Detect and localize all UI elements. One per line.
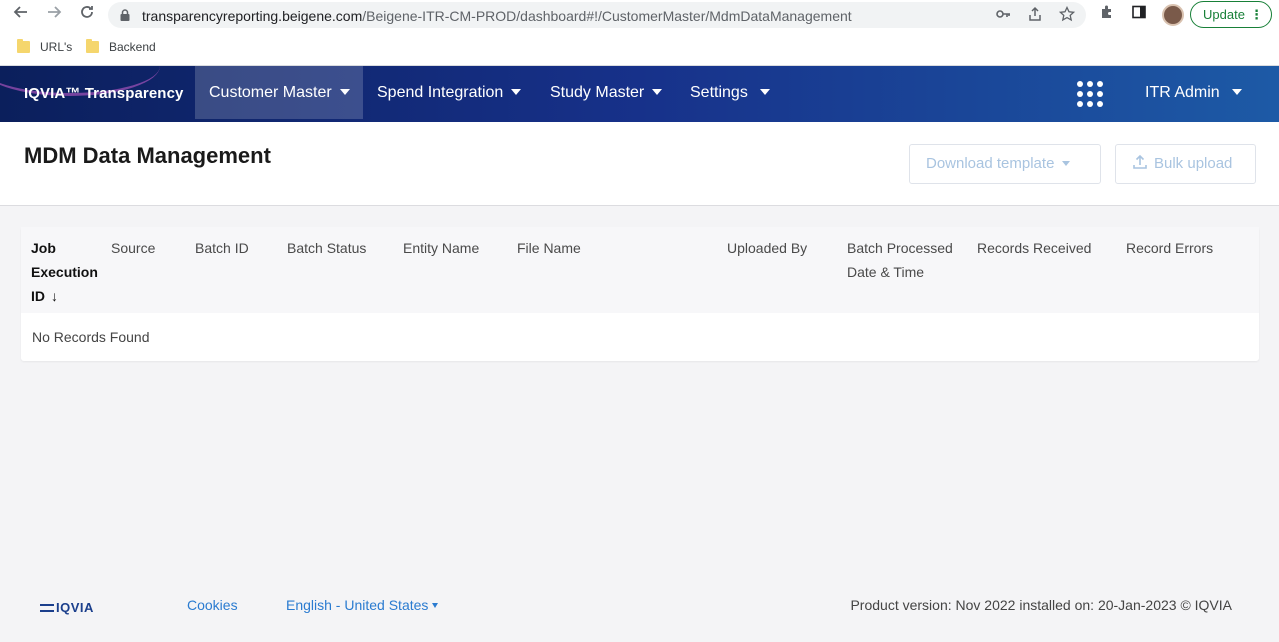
table-header-row: Job Execution ID ↓ Source Batch ID Batch … xyxy=(21,227,1259,313)
update-button[interactable]: Update ⋮ xyxy=(1190,1,1272,28)
sort-descending-icon[interactable]: ↓ xyxy=(51,284,58,308)
bookmark-urls[interactable]: URL's xyxy=(17,39,72,57)
bookmark-label: Backend xyxy=(109,40,156,54)
browser-toolbar: transparencyreporting.beigene.com/Beigen… xyxy=(0,0,1279,30)
caret-down-icon xyxy=(759,89,770,95)
nav-label: Customer Master xyxy=(209,84,332,101)
puzzle-icon[interactable] xyxy=(1097,4,1117,24)
page-header: MDM Data Management Download template Bu… xyxy=(0,122,1279,206)
column-label: Batch Status xyxy=(287,240,367,256)
column-label: Record Errors xyxy=(1126,240,1214,256)
column-record-errors[interactable]: Record Errors xyxy=(1126,236,1213,260)
logo-lines-icon xyxy=(40,604,54,612)
column-uploaded-by[interactable]: Uploaded By xyxy=(727,236,807,260)
app-nav-bar: IQVIA™ Transparency Customer Master Spen… xyxy=(0,66,1279,122)
column-batch-processed[interactable]: Batch Processed Date & Time xyxy=(847,236,953,284)
column-label: Records Received xyxy=(977,240,1092,256)
nav-label: Study Master xyxy=(550,84,645,101)
menu-dots-icon: ⋮ xyxy=(1250,7,1263,22)
footer-logo: IQVIA xyxy=(40,600,94,615)
caret-down-icon xyxy=(1062,161,1071,166)
update-label: Update xyxy=(1203,7,1245,22)
download-template-button[interactable]: Download template xyxy=(909,144,1101,184)
url-path: /Beigene-ITR-CM-PROD/dashboard#!/Custome… xyxy=(362,8,852,24)
profile-avatar[interactable] xyxy=(1162,4,1184,26)
bulk-upload-label: Bulk upload xyxy=(1154,155,1233,172)
download-template-label: Download template xyxy=(926,155,1055,172)
nav-label: Settings xyxy=(690,84,748,101)
forward-arrow-icon[interactable] xyxy=(43,4,65,26)
column-batch-id[interactable]: Batch ID xyxy=(195,236,249,260)
bookmarks-bar: URL's Backend xyxy=(0,30,1279,66)
product-version: Product version: Nov 2022 installed on: … xyxy=(850,597,1232,613)
column-label: Date & Time xyxy=(847,264,925,280)
column-entity-name[interactable]: Entity Name xyxy=(403,236,479,260)
address-bar[interactable]: transparencyreporting.beigene.com/Beigen… xyxy=(108,2,1086,28)
bulk-upload-button[interactable]: Bulk upload xyxy=(1115,144,1256,184)
key-icon[interactable] xyxy=(994,6,1012,24)
bookmark-backend[interactable]: Backend xyxy=(86,39,156,57)
nav-label: Spend Integration xyxy=(377,84,504,101)
column-label: ID xyxy=(31,288,45,304)
column-label: Job xyxy=(31,240,56,256)
column-label: Source xyxy=(111,240,156,256)
folder-icon xyxy=(17,39,30,53)
footer: IQVIA Cookies English - United States Pr… xyxy=(0,580,1279,630)
language-label: English - United States xyxy=(286,597,429,613)
column-label: Batch ID xyxy=(195,240,249,256)
back-arrow-icon[interactable] xyxy=(10,4,32,26)
column-label: File Name xyxy=(517,240,581,256)
nav-customer-master[interactable]: Customer Master xyxy=(195,66,363,119)
column-label: Execution xyxy=(31,264,98,280)
cookies-link[interactable]: Cookies xyxy=(187,597,238,613)
nav-study-master[interactable]: Study Master xyxy=(536,66,676,119)
sidepanel-icon[interactable] xyxy=(1129,4,1149,24)
user-menu[interactable]: ITR Admin xyxy=(1131,66,1256,119)
column-job-execution-id[interactable]: Job Execution ID ↓ xyxy=(31,236,98,308)
column-label: Batch Processed xyxy=(847,240,953,256)
column-records-received[interactable]: Records Received xyxy=(977,236,1091,260)
user-name: ITR Admin xyxy=(1145,84,1220,101)
language-selector[interactable]: English - United States xyxy=(286,597,439,613)
footer-logo-text: IQVIA xyxy=(56,600,94,615)
nav-settings[interactable]: Settings xyxy=(676,66,784,119)
upload-icon xyxy=(1133,154,1147,169)
star-icon[interactable] xyxy=(1058,5,1076,24)
empty-state-message: No Records Found xyxy=(32,329,150,345)
folder-icon xyxy=(86,39,99,53)
caret-down-icon xyxy=(339,89,350,95)
nav-spend-integration[interactable]: Spend Integration xyxy=(363,66,535,119)
caret-down-icon xyxy=(1231,89,1242,95)
column-batch-status[interactable]: Batch Status xyxy=(287,236,366,260)
brand-logo[interactable]: IQVIA™ Transparency xyxy=(24,85,183,102)
caret-down-icon xyxy=(511,89,522,95)
data-table: Job Execution ID ↓ Source Batch ID Batch … xyxy=(21,227,1259,361)
column-file-name[interactable]: File Name xyxy=(517,236,581,260)
url-text: transparencyreporting.beigene.com/Beigen… xyxy=(142,8,852,24)
app-grid-icon[interactable] xyxy=(1077,81,1103,107)
share-icon[interactable] xyxy=(1026,6,1044,24)
page-title: MDM Data Management xyxy=(24,143,271,168)
reload-icon[interactable] xyxy=(76,4,98,26)
bookmark-label: URL's xyxy=(40,40,73,54)
url-host: transparencyreporting.beigene.com xyxy=(142,8,363,24)
caret-down-icon xyxy=(652,89,663,95)
column-label: Entity Name xyxy=(403,240,480,256)
lock-icon xyxy=(120,9,130,21)
column-source[interactable]: Source xyxy=(111,236,155,260)
column-label: Uploaded By xyxy=(727,240,808,256)
caret-down-icon xyxy=(432,603,439,608)
